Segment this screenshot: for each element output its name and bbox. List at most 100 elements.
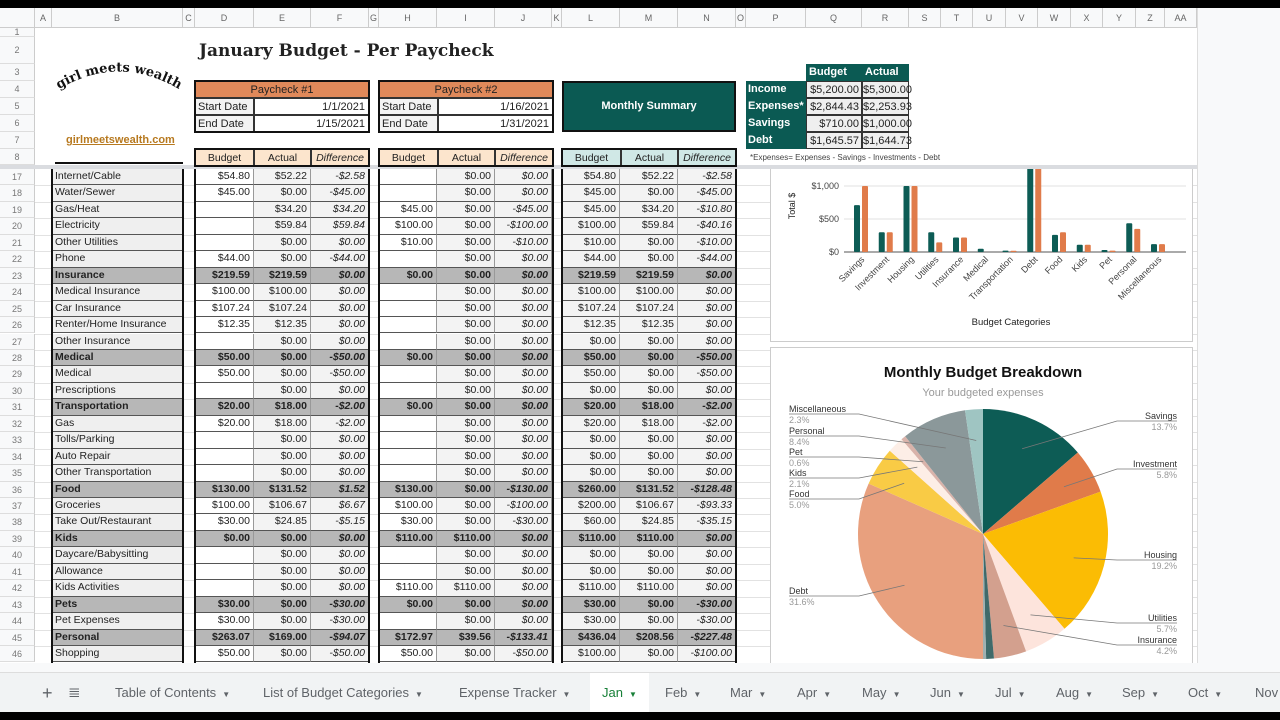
budget-cell[interactable]: $0.00 xyxy=(379,399,437,416)
tab-aug[interactable]: Aug ▼ xyxy=(1056,673,1093,713)
row-header-42[interactable]: 42 xyxy=(0,580,35,597)
difference-cell[interactable]: -$2.00 xyxy=(678,399,736,416)
budget-cell[interactable]: $219.59 xyxy=(195,267,254,285)
row-label[interactable]: Medical xyxy=(52,366,183,383)
column-header-M[interactable]: M xyxy=(620,8,678,28)
difference-cell[interactable]: $0.00 xyxy=(495,267,552,285)
actual-cell[interactable]: $0.00 xyxy=(254,596,311,614)
row-label[interactable]: Electricity xyxy=(52,218,183,235)
budget-cell[interactable]: $20.00 xyxy=(562,415,620,433)
difference-cell[interactable]: -$30.00 xyxy=(678,613,736,630)
difference-cell[interactable]: -$30.00 xyxy=(311,613,369,630)
row-header-33[interactable]: 33 xyxy=(0,432,35,449)
actual-cell[interactable]: $0.00 xyxy=(254,530,311,548)
budget-cell[interactable] xyxy=(379,613,437,630)
row-label[interactable]: Daycare/Babysitting xyxy=(52,547,183,564)
budget-cell[interactable] xyxy=(379,382,437,400)
row-label[interactable]: Phone xyxy=(52,251,183,268)
actual-cell[interactable]: $0.00 xyxy=(437,432,495,449)
difference-cell[interactable]: $0.00 xyxy=(678,300,736,318)
difference-cell[interactable]: $0.00 xyxy=(495,300,552,318)
column-header-J[interactable]: J xyxy=(495,8,552,28)
actual-cell[interactable]: $110.00 xyxy=(620,530,678,548)
row-label[interactable]: Pets xyxy=(52,596,183,614)
difference-cell[interactable]: $0.00 xyxy=(495,432,552,449)
actual-cell[interactable]: $0.00 xyxy=(437,547,495,564)
difference-cell[interactable]: $0.00 xyxy=(311,580,369,597)
actual-cell[interactable]: $0.00 xyxy=(620,234,678,252)
actual-cell[interactable]: $34.20 xyxy=(620,201,678,219)
row-header-32[interactable]: 32 xyxy=(0,415,35,433)
row-label[interactable]: Medical Insurance xyxy=(52,284,183,301)
actual-cell[interactable]: $219.59 xyxy=(620,267,678,285)
difference-cell[interactable]: -$50.00 xyxy=(311,349,369,367)
actual-cell[interactable]: $131.52 xyxy=(254,481,311,498)
difference-cell[interactable]: -$50.00 xyxy=(678,349,736,367)
difference-cell[interactable]: -$30.00 xyxy=(678,596,736,614)
budget-cell[interactable]: $0.00 xyxy=(562,382,620,400)
budget-cell[interactable]: $20.00 xyxy=(562,399,620,416)
budget-cell[interactable]: $0.00 xyxy=(562,448,620,466)
budget-cell[interactable]: $0.00 xyxy=(562,547,620,564)
difference-cell[interactable]: -$44.00 xyxy=(678,251,736,268)
budget-cell[interactable] xyxy=(379,366,437,383)
difference-cell[interactable]: $0.00 xyxy=(678,382,736,400)
actual-cell[interactable]: $0.00 xyxy=(437,366,495,383)
budget-cell[interactable]: $0.00 xyxy=(379,349,437,367)
budget-cell[interactable]: $107.24 xyxy=(562,300,620,318)
actual-cell[interactable]: $24.85 xyxy=(254,514,311,531)
actual-cell[interactable]: $0.00 xyxy=(254,563,311,581)
actual-cell[interactable]: $0.00 xyxy=(437,382,495,400)
budget-cell[interactable] xyxy=(379,432,437,449)
difference-cell[interactable]: $0.00 xyxy=(495,563,552,581)
actual-cell[interactable]: $0.00 xyxy=(254,580,311,597)
row-label[interactable]: Gas xyxy=(52,415,183,433)
difference-cell[interactable]: $0.00 xyxy=(495,596,552,614)
difference-cell[interactable]: $0.00 xyxy=(678,432,736,449)
budget-cell[interactable]: $100.00 xyxy=(562,646,620,663)
actual-cell[interactable]: $0.00 xyxy=(620,333,678,350)
column-header-Q[interactable]: Q xyxy=(806,8,862,28)
difference-cell[interactable]: $0.00 xyxy=(678,333,736,350)
difference-cell[interactable]: $0.00 xyxy=(311,317,369,334)
actual-cell[interactable]: $0.00 xyxy=(254,366,311,383)
budget-cell[interactable]: $60.00 xyxy=(562,514,620,531)
difference-cell[interactable]: $0.00 xyxy=(495,448,552,466)
row-header-17[interactable]: 17 xyxy=(0,169,35,186)
budget-cell[interactable]: $110.00 xyxy=(379,530,437,548)
row-header-39[interactable]: 39 xyxy=(0,530,35,548)
budget-cell[interactable] xyxy=(379,563,437,581)
budget-cell[interactable] xyxy=(379,185,437,202)
row-label[interactable]: Groceries xyxy=(52,498,183,515)
difference-cell[interactable]: $0.00 xyxy=(678,547,736,564)
actual-cell[interactable]: $0.00 xyxy=(437,399,495,416)
difference-cell[interactable]: $0.00 xyxy=(495,333,552,350)
row-header-43[interactable]: 43 xyxy=(0,596,35,614)
budget-cell[interactable] xyxy=(195,448,254,466)
actual-cell[interactable]: $0.00 xyxy=(620,448,678,466)
actual-cell[interactable]: $0.00 xyxy=(437,218,495,235)
difference-cell[interactable]: -$50.00 xyxy=(678,366,736,383)
difference-cell[interactable]: $0.00 xyxy=(678,580,736,597)
budget-cell[interactable]: $110.00 xyxy=(379,580,437,597)
difference-cell[interactable]: $0.00 xyxy=(495,317,552,334)
difference-cell[interactable]: $59.84 xyxy=(311,218,369,235)
actual-cell[interactable]: $0.00 xyxy=(437,563,495,581)
actual-cell[interactable]: $0.00 xyxy=(437,415,495,433)
budget-cell[interactable]: $30.00 xyxy=(562,613,620,630)
column-header-F[interactable]: F xyxy=(311,8,369,28)
actual-cell[interactable]: $24.85 xyxy=(620,514,678,531)
add-sheet-button[interactable]: + xyxy=(42,673,53,713)
all-sheets-list-icon[interactable]: ≣ xyxy=(68,673,81,713)
row-header-20[interactable]: 20 xyxy=(0,218,35,235)
difference-cell[interactable]: $0.00 xyxy=(678,530,736,548)
actual-cell[interactable]: $0.00 xyxy=(620,646,678,663)
row-label[interactable]: Other Utilities xyxy=(52,234,183,252)
difference-cell[interactable]: -$227.48 xyxy=(678,629,736,647)
row-label[interactable]: Renter/Home Insurance xyxy=(52,317,183,334)
budget-cell[interactable] xyxy=(379,465,437,482)
difference-cell[interactable]: -$100.00 xyxy=(495,218,552,235)
difference-cell[interactable]: -$40.16 xyxy=(678,218,736,235)
actual-cell[interactable]: $0.00 xyxy=(437,514,495,531)
tab-apr[interactable]: Apr ▼ xyxy=(797,673,831,713)
